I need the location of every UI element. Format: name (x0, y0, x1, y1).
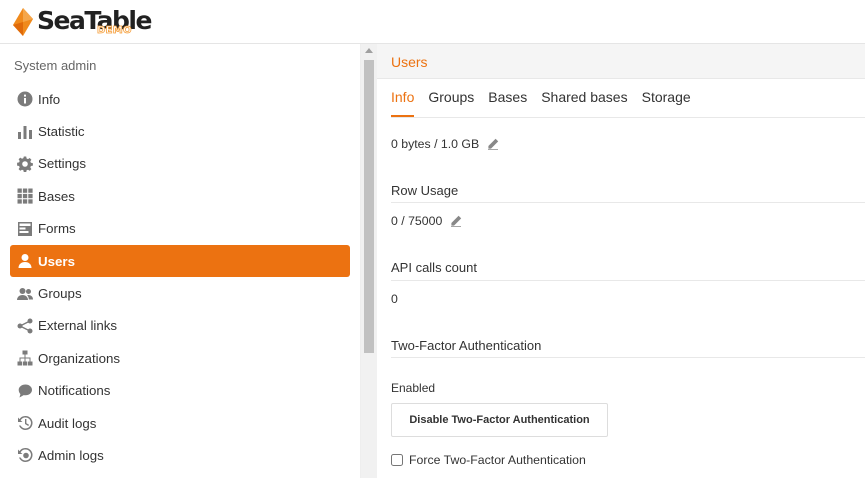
sidebar-item-label: Statistic (38, 124, 85, 140)
sidebar-item-info[interactable]: Info (10, 83, 350, 115)
sidebar-item-bases[interactable]: Bases (10, 180, 350, 212)
sidebar-item-external-links[interactable]: External links (10, 310, 350, 342)
sidebar-item-admin-logs[interactable]: Admin logs (10, 439, 350, 471)
sidebar-item-audit-logs[interactable]: Audit logs (10, 407, 350, 439)
sidebar-item-label: Audit logs (38, 415, 97, 431)
api-calls-row: 0 (391, 292, 398, 306)
tab-divider (391, 117, 865, 118)
user-icon (16, 253, 33, 270)
brand-name: SeaTable (37, 5, 152, 35)
demo-badge: DEMO (97, 25, 132, 37)
sidebar-item-label: Notifications (38, 383, 111, 399)
two-factor-title: Two-Factor Authentication (391, 338, 542, 353)
api-calls-title: API calls count (391, 260, 477, 275)
tab-shared-bases[interactable]: Shared bases (541, 89, 627, 105)
admin-log-icon (16, 447, 33, 464)
admin-nav: Info Statistic Settings Bases Forms User… (10, 83, 350, 472)
row-usage-title: Row Usage (391, 183, 459, 198)
history-icon (16, 415, 33, 432)
api-calls-value: 0 (391, 292, 398, 306)
bar-chart-icon (16, 123, 33, 140)
sidebar-item-organizations[interactable]: Organizations (10, 342, 350, 374)
form-icon (16, 220, 33, 237)
row-usage-value: 0 / 75000 (391, 214, 443, 228)
sidebar-item-forms[interactable]: Forms (10, 213, 350, 245)
row-usage-row: 0 / 75000 (391, 214, 462, 228)
grid-icon (16, 188, 33, 205)
sidebar-scrollbar[interactable] (361, 44, 377, 478)
main-panel: Users Info Groups Bases Shared bases Sto… (377, 44, 865, 478)
sidebar-item-label: Settings (38, 156, 87, 172)
gear-icon (16, 155, 33, 172)
force-two-factor-row: Force Two-Factor Authentication (391, 453, 586, 467)
edit-space-quota-pencil-icon[interactable] (487, 138, 499, 150)
app-header: SeaTable DEMO (0, 0, 865, 44)
sidebar-item-notifications[interactable]: Notifications (10, 375, 350, 407)
force-two-factor-label[interactable]: Force Two-Factor Authentication (409, 453, 586, 467)
sidebar-item-label: Organizations (38, 350, 121, 366)
two-factor-status: Enabled (391, 381, 436, 395)
info-icon (16, 91, 33, 108)
edit-row-quota-pencil-icon[interactable] (450, 215, 462, 227)
seatable-logo-icon (13, 8, 33, 36)
api-calls-divider (391, 280, 865, 281)
sidebar-item-settings[interactable]: Settings (10, 148, 350, 180)
sidebar-item-label: Info (38, 91, 61, 107)
tab-groups[interactable]: Groups (428, 89, 474, 105)
org-chart-icon (16, 350, 33, 367)
sidebar-heading: System admin (14, 58, 97, 73)
sidebar-item-users[interactable]: Users (10, 244, 350, 278)
tab-storage[interactable]: Storage (642, 89, 691, 105)
force-two-factor-checkbox[interactable] (391, 454, 403, 466)
space-usage-row: 0 bytes / 1.0 GB (391, 137, 499, 151)
tab-info[interactable]: Info (391, 89, 415, 117)
scroll-up-arrow-icon[interactable] (365, 48, 373, 53)
disable-two-factor-button[interactable]: Disable Two-Factor Authentication (391, 403, 608, 437)
tab-bases[interactable]: Bases (488, 89, 527, 105)
user-tabs: Info Groups Bases Shared bases Storage (391, 89, 705, 117)
sidebar-item-label: Bases (38, 188, 75, 204)
sidebar-item-label: Forms (38, 221, 76, 237)
main-titlebar: Users (377, 44, 865, 79)
sidebar-item-label: Admin logs (38, 447, 104, 463)
sidebar-item-statistic[interactable]: Statistic (10, 115, 350, 147)
sidebar-item-label: External links (38, 318, 118, 334)
page-title: Users (391, 54, 428, 70)
admin-sidebar: System admin Info Statistic Settings Bas… (0, 44, 361, 478)
group-icon (16, 285, 33, 302)
sidebar-item-label: Groups (38, 286, 82, 302)
space-usage-value: 0 bytes / 1.0 GB (391, 137, 480, 151)
share-icon (16, 317, 33, 334)
two-factor-divider (391, 357, 865, 358)
chat-bubble-icon (16, 382, 33, 399)
seatable-logo[interactable]: SeaTable DEMO (12, 5, 152, 38)
row-usage-divider (391, 202, 865, 203)
sidebar-item-groups[interactable]: Groups (10, 277, 350, 309)
scrollbar-thumb[interactable] (364, 60, 374, 353)
sidebar-item-label: Users (38, 253, 75, 269)
